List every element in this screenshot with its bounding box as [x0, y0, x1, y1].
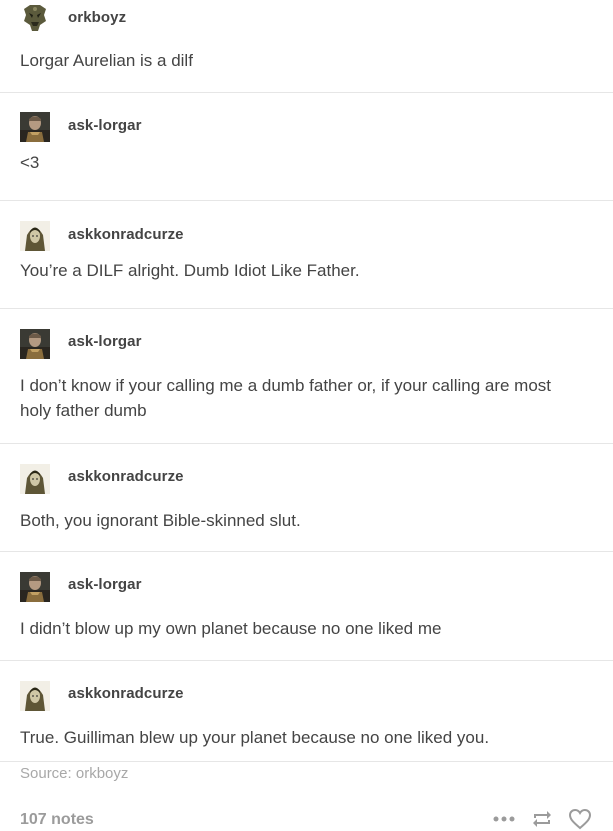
- post-username[interactable]: ask-lorgar: [68, 117, 142, 134]
- post-username[interactable]: askkonradcurze: [68, 685, 184, 702]
- post-ask-lorgar: ask-lorgar I don’t know if your calling …: [0, 309, 613, 444]
- post-username[interactable]: ask-lorgar: [68, 333, 142, 350]
- post-text: I don’t know if your calling me a dumb f…: [20, 376, 552, 420]
- heart-icon[interactable]: [567, 808, 593, 830]
- post-askkonradcurze: askkonradcurze Both, you ignorant Bible-…: [0, 444, 613, 552]
- post-username[interactable]: askkonradcurze: [68, 468, 184, 485]
- post-text: True. Guilliman blew up your planet beca…: [20, 728, 490, 747]
- post-askkonradcurze: askkonradcurze True. Guilliman blew up y…: [0, 661, 613, 762]
- notes-count[interactable]: 107 notes: [20, 811, 94, 829]
- post-orkboyz: orkboyz Lorgar Aurelian is a dilf: [0, 0, 613, 93]
- post-text: <3: [20, 153, 40, 172]
- ork-glyph-avatar-icon[interactable]: [20, 3, 50, 33]
- post-text: I didn’t blow up my own planet because n…: [20, 619, 442, 638]
- post-footer: 107 notes: [0, 808, 613, 831]
- post-username[interactable]: orkboyz: [68, 9, 126, 26]
- post-username[interactable]: askkonradcurze: [68, 226, 184, 243]
- post-text: Both, you ignorant Bible-skinned slut.: [20, 511, 301, 530]
- lorgar-portrait-avatar-icon[interactable]: [20, 112, 50, 142]
- reblog-icon[interactable]: [529, 808, 555, 830]
- post-ask-lorgar: ask-lorgar I didn’t blow up my own plane…: [0, 552, 613, 661]
- konrad-portrait-avatar-icon[interactable]: [20, 464, 50, 494]
- lorgar-portrait-avatar-icon[interactable]: [20, 329, 50, 359]
- konrad-portrait-avatar-icon[interactable]: [20, 221, 50, 251]
- post-ask-lorgar: ask-lorgar <3: [0, 93, 613, 201]
- konrad-portrait-avatar-icon[interactable]: [20, 681, 50, 711]
- post-askkonradcurze: askkonradcurze You’re a DILF alright. Du…: [0, 201, 613, 309]
- source-link[interactable]: Source: orkboyz: [20, 765, 128, 782]
- post-text: You’re a DILF alright. Dumb Idiot Like F…: [20, 261, 360, 280]
- more-dots-icon[interactable]: [491, 808, 517, 830]
- post-text: Lorgar Aurelian is a dilf: [20, 51, 193, 70]
- post-actions: [491, 808, 593, 830]
- lorgar-portrait-avatar-icon[interactable]: [20, 572, 50, 602]
- post-username[interactable]: ask-lorgar: [68, 576, 142, 593]
